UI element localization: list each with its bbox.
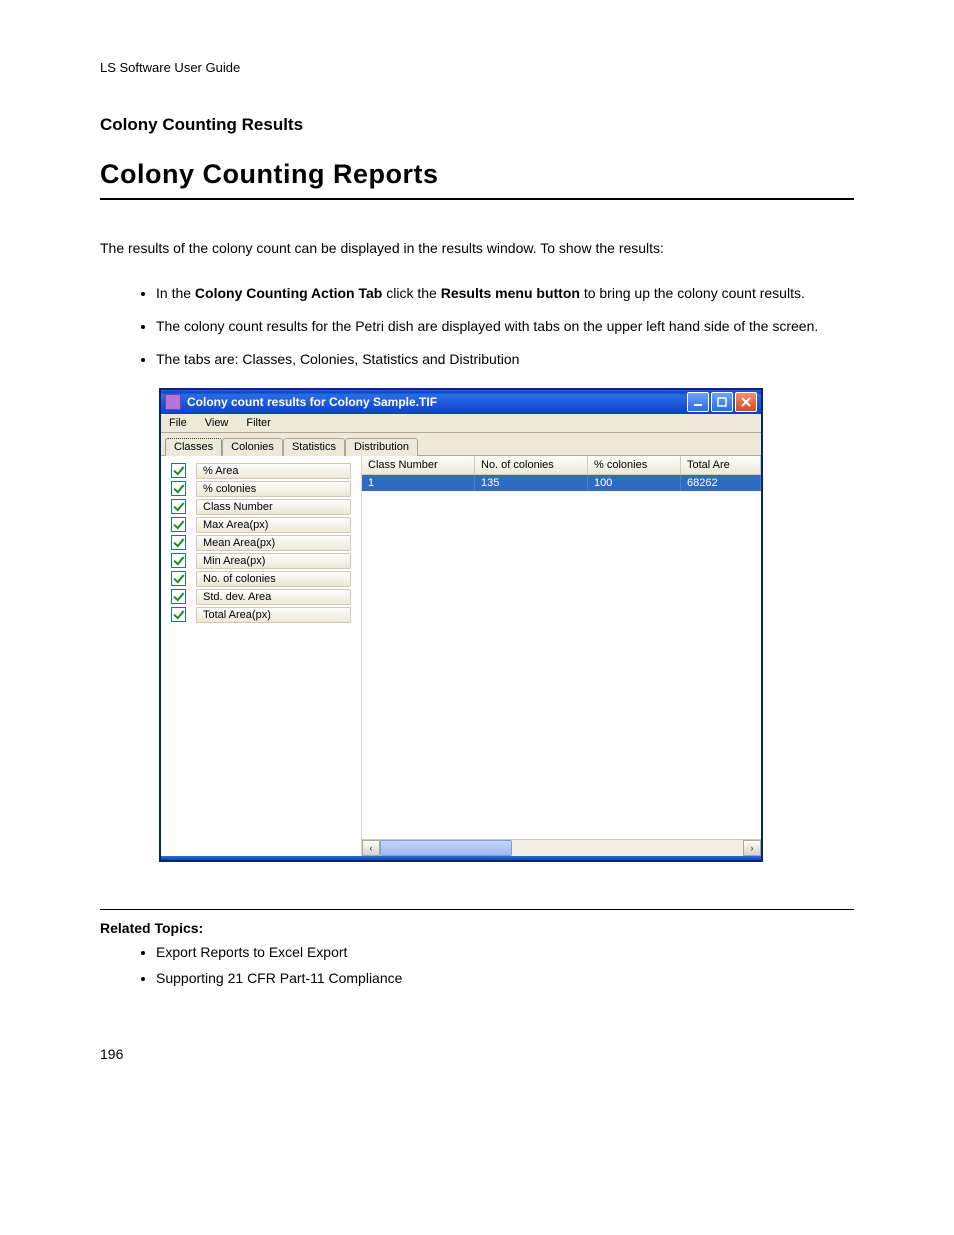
checkbox-icon[interactable]: [171, 553, 186, 568]
related-title: Related Topics:: [100, 920, 854, 936]
tab-statistics[interactable]: Statistics: [283, 438, 345, 456]
section-title: Colony Counting Results: [100, 115, 854, 135]
field-checklist: % Area % colonies Class Number Max Area(…: [161, 456, 362, 856]
cell: 1: [362, 475, 475, 491]
text: to bring up the colony count results.: [580, 285, 805, 301]
check-row: Class Number: [161, 498, 361, 516]
text: In the: [156, 285, 195, 301]
related-link[interactable]: Supporting 21 CFR Part-11 Compliance: [156, 970, 854, 986]
text-bold: Results menu button: [441, 285, 580, 301]
check-label[interactable]: Mean Area(px): [196, 535, 351, 551]
checkbox-icon[interactable]: [171, 463, 186, 478]
check-label[interactable]: Max Area(px): [196, 517, 351, 533]
col-header[interactable]: Class Number: [362, 456, 475, 474]
checkbox-icon[interactable]: [171, 535, 186, 550]
page-number: 196: [100, 1046, 854, 1062]
horizontal-scrollbar[interactable]: ‹ ›: [362, 839, 761, 856]
check-row: % Area: [161, 462, 361, 480]
grid-header: Class Number No. of colonies % colonies …: [362, 456, 761, 475]
check-row: No. of colonies: [161, 570, 361, 588]
checkbox-icon[interactable]: [171, 607, 186, 622]
maximize-button[interactable]: [711, 392, 733, 412]
text: click the: [382, 285, 440, 301]
window-bottom-border: [161, 856, 761, 860]
menu-filter[interactable]: Filter: [246, 417, 270, 429]
checkbox-icon[interactable]: [171, 499, 186, 514]
check-label[interactable]: Total Area(px): [196, 607, 351, 623]
check-label[interactable]: % Area: [196, 463, 351, 479]
checkbox-icon[interactable]: [171, 571, 186, 586]
minimize-button[interactable]: [687, 392, 709, 412]
titlebar[interactable]: Colony count results for Colony Sample.T…: [161, 390, 761, 414]
table-row[interactable]: 1 135 100 68262: [362, 475, 761, 491]
menu-view[interactable]: View: [205, 417, 229, 429]
list-item: In the Colony Counting Action Tab click …: [156, 284, 854, 303]
check-label[interactable]: % colonies: [196, 481, 351, 497]
check-label[interactable]: Class Number: [196, 499, 351, 515]
check-row: Max Area(px): [161, 516, 361, 534]
check-label[interactable]: Std. dev. Area: [196, 589, 351, 605]
menu-file[interactable]: File: [169, 417, 187, 429]
check-row: Min Area(px): [161, 552, 361, 570]
page-title: Colony Counting Reports: [100, 159, 854, 200]
results-window: Colony count results for Colony Sample.T…: [160, 389, 762, 861]
checkbox-icon[interactable]: [171, 481, 186, 496]
checkbox-icon[interactable]: [171, 589, 186, 604]
menubar: File View Filter: [161, 414, 761, 433]
checkbox-icon[interactable]: [171, 517, 186, 532]
cell: 135: [475, 475, 588, 491]
close-button[interactable]: [735, 392, 757, 412]
check-row: Total Area(px): [161, 606, 361, 624]
work-area: % Area % colonies Class Number Max Area(…: [161, 456, 761, 856]
col-header[interactable]: Total Are: [681, 456, 761, 474]
grid-empty-area: [362, 491, 761, 839]
instruction-list: In the Colony Counting Action Tab click …: [100, 284, 854, 369]
related-topics: Related Topics: Export Reports to Excel …: [100, 909, 854, 986]
scroll-track[interactable]: [380, 840, 743, 856]
list-item: The tabs are: Classes, Colonies, Statist…: [156, 350, 854, 369]
list-item: The colony count results for the Petri d…: [156, 317, 854, 336]
app-icon: [165, 394, 181, 410]
text-bold: Colony Counting Action Tab: [195, 285, 382, 301]
cell: 100: [588, 475, 681, 491]
tab-colonies[interactable]: Colonies: [222, 438, 283, 456]
doc-header: LS Software User Guide: [100, 60, 854, 75]
check-row: Mean Area(px): [161, 534, 361, 552]
check-row: Std. dev. Area: [161, 588, 361, 606]
check-label[interactable]: Min Area(px): [196, 553, 351, 569]
tabbar: Classes Colonies Statistics Distribution: [161, 433, 761, 456]
scroll-left-button[interactable]: ‹: [362, 840, 380, 856]
check-label[interactable]: No. of colonies: [196, 571, 351, 587]
window-title: Colony count results for Colony Sample.T…: [187, 395, 687, 409]
intro-text: The results of the colony count can be d…: [100, 240, 854, 256]
col-header[interactable]: No. of colonies: [475, 456, 588, 474]
col-header[interactable]: % colonies: [588, 456, 681, 474]
scroll-thumb[interactable]: [380, 840, 512, 856]
scroll-right-button[interactable]: ›: [743, 840, 761, 856]
check-row: % colonies: [161, 480, 361, 498]
cell: 68262: [681, 475, 761, 491]
tab-classes[interactable]: Classes: [165, 438, 222, 456]
related-link[interactable]: Export Reports to Excel Export: [156, 944, 854, 960]
tab-distribution[interactable]: Distribution: [345, 438, 418, 456]
data-grid: Class Number No. of colonies % colonies …: [362, 456, 761, 856]
